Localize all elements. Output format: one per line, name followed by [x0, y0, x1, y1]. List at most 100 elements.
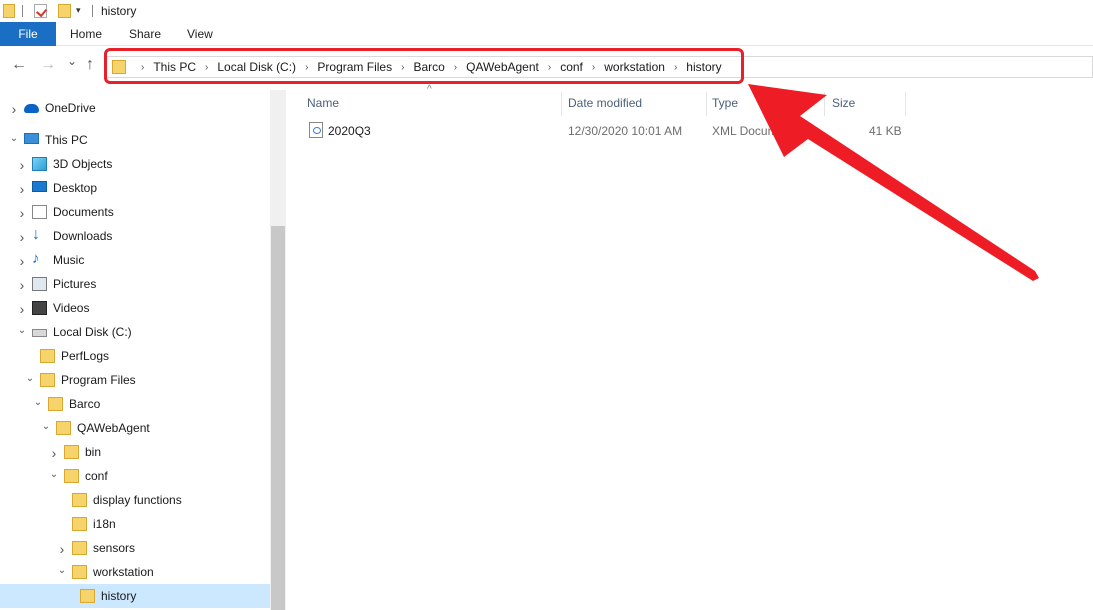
chevron-down-icon[interactable]: ⌄	[56, 565, 68, 576]
folder-icon	[72, 493, 87, 507]
tab-file[interactable]: File	[0, 22, 56, 46]
sidebar-item-label: sensors	[93, 541, 136, 555]
sidebar-item-label: Downloads	[53, 229, 113, 243]
sidebar-item-conf[interactable]: ⌄ conf	[0, 464, 270, 488]
sidebar-item-label: Pictures	[53, 277, 97, 291]
sidebar-item-desktop[interactable]: › Desktop	[0, 176, 270, 200]
folder-icon	[64, 445, 79, 459]
folder-icon	[40, 373, 55, 387]
chevron-right-icon[interactable]: ›	[16, 205, 28, 221]
sidebar-item-history[interactable]: history	[0, 584, 270, 608]
ribbon-tabs: File Home Share View	[0, 22, 1093, 46]
sidebar-item-label: This PC	[45, 133, 88, 147]
chevron-down-icon[interactable]: ⌄	[8, 133, 20, 144]
forward-arrow-icon[interactable]: →	[40, 56, 56, 74]
folder-icon	[64, 469, 79, 483]
folder-icon	[72, 541, 87, 555]
customize-quick-access-icon[interactable]: ▾	[76, 5, 81, 16]
sidebar-item-label: Local Disk (C:)	[53, 325, 132, 339]
sidebar-item-videos[interactable]: › Videos	[0, 296, 270, 320]
title-bar: ▾ history	[0, 0, 1093, 22]
column-divider[interactable]	[905, 92, 906, 116]
sidebar-item-bin[interactable]: › bin	[0, 440, 270, 464]
sidebar-item-label: Music	[53, 253, 85, 267]
chevron-right-icon[interactable]: ›	[16, 253, 28, 269]
tab-view[interactable]: View	[187, 22, 213, 46]
sidebar-item-barco[interactable]: ⌄ Barco	[0, 392, 270, 416]
column-divider[interactable]	[706, 92, 707, 116]
sidebar-item-label: workstation	[93, 565, 154, 579]
sidebar-item-workstation[interactable]: ⌄ workstation	[0, 560, 270, 584]
sidebar-item-label: i18n	[93, 517, 116, 531]
folder-icon	[3, 4, 15, 18]
downloads-icon: ↓	[32, 226, 40, 243]
3d-objects-icon	[32, 157, 47, 171]
sidebar-item-qawebagent[interactable]: ⌄ QAWebAgent	[0, 416, 270, 440]
chevron-right-icon[interactable]: ›	[16, 181, 28, 197]
column-header-date[interactable]: Date modified	[568, 92, 642, 114]
column-header-name[interactable]: Name	[307, 92, 339, 114]
chevron-down-icon[interactable]: ⌄	[32, 397, 44, 408]
folder-icon	[80, 589, 95, 603]
new-folder-icon[interactable]	[58, 4, 71, 18]
chevron-right-icon[interactable]: ›	[56, 541, 68, 557]
chevron-right-icon[interactable]: ›	[16, 157, 28, 173]
chevron-right-icon[interactable]: ›	[16, 229, 28, 245]
xml-file-icon	[309, 122, 323, 138]
divider	[22, 5, 23, 17]
chevron-down-icon[interactable]: ⌄	[40, 421, 52, 432]
onedrive-icon	[24, 104, 39, 113]
column-header-size[interactable]: Size	[832, 92, 855, 114]
properties-icon[interactable]	[34, 4, 47, 18]
sidebar-item-downloads[interactable]: › ↓ Downloads	[0, 224, 270, 248]
folder-icon	[40, 349, 55, 363]
divider	[92, 5, 93, 17]
navigation-pane: › OneDrive ⌄ This PC › 3D Objects › Desktop › Doc…	[0, 90, 270, 610]
folder-icon	[72, 517, 87, 531]
sidebar-item-documents[interactable]: › Documents	[0, 200, 270, 224]
sidebar-item-this-pc[interactable]: ⌄ This PC	[0, 128, 270, 152]
tab-home[interactable]: Home	[70, 22, 102, 46]
local-disk-icon	[32, 329, 47, 337]
sidebar-item-perflogs[interactable]: PerfLogs	[0, 344, 270, 368]
chevron-down-icon[interactable]: ⌄	[48, 469, 60, 480]
column-divider[interactable]	[561, 92, 562, 116]
sidebar-item-3d-objects[interactable]: › 3D Objects	[0, 152, 270, 176]
sidebar-item-label: display functions	[93, 493, 182, 507]
back-arrow-icon[interactable]: ←	[11, 56, 27, 74]
sidebar-item-i18n[interactable]: i18n	[0, 512, 270, 536]
sidebar-item-onedrive[interactable]: › OneDrive	[0, 96, 270, 120]
sidebar-item-label: Program Files	[61, 373, 136, 387]
chevron-right-icon[interactable]: ›	[48, 445, 60, 461]
scrollbar-thumb[interactable]	[271, 226, 285, 610]
column-header-type[interactable]: Type	[712, 92, 738, 114]
chevron-down-icon[interactable]: ⌄	[24, 373, 36, 384]
this-pc-icon	[24, 133, 39, 144]
file-name: 2020Q3	[328, 124, 371, 138]
chevron-right-icon[interactable]: ›	[16, 301, 28, 317]
sidebar-item-label: Documents	[53, 205, 114, 219]
sidebar-item-music[interactable]: › ♪ Music	[0, 248, 270, 272]
chevron-down-icon[interactable]: ⌄	[16, 325, 28, 336]
up-arrow-icon[interactable]: ↑	[86, 56, 94, 74]
sidebar-item-label: history	[101, 589, 137, 603]
sidebar-item-label: bin	[85, 445, 102, 459]
sidebar-item-display-functions[interactable]: display functions	[0, 488, 270, 512]
highlight-annotation	[104, 48, 744, 84]
tab-share[interactable]: Share	[129, 22, 161, 46]
chevron-right-icon[interactable]: ›	[16, 277, 28, 293]
recent-locations-icon[interactable]: ⌄	[67, 54, 77, 68]
file-row[interactable]: 2020Q3 12/30/2020 10:01 AM XML Document …	[287, 120, 1093, 142]
sidebar-item-label: PerfLogs	[61, 349, 110, 363]
folder-icon	[56, 421, 71, 435]
sidebar-item-label: 3D Objects	[53, 157, 113, 171]
sidebar-item-local-disk-c[interactable]: ⌄ Local Disk (C:)	[0, 320, 270, 344]
desktop-icon	[32, 181, 47, 192]
file-date: 12/30/2020 10:01 AM	[568, 124, 683, 138]
sidebar-item-pictures[interactable]: › Pictures	[0, 272, 270, 296]
pictures-icon	[32, 277, 47, 291]
sidebar-item-sensors[interactable]: › sensors	[0, 536, 270, 560]
sidebar-item-program-files[interactable]: ⌄ Program Files	[0, 368, 270, 392]
chevron-right-icon[interactable]: ›	[8, 101, 20, 117]
column-divider[interactable]	[824, 92, 825, 116]
